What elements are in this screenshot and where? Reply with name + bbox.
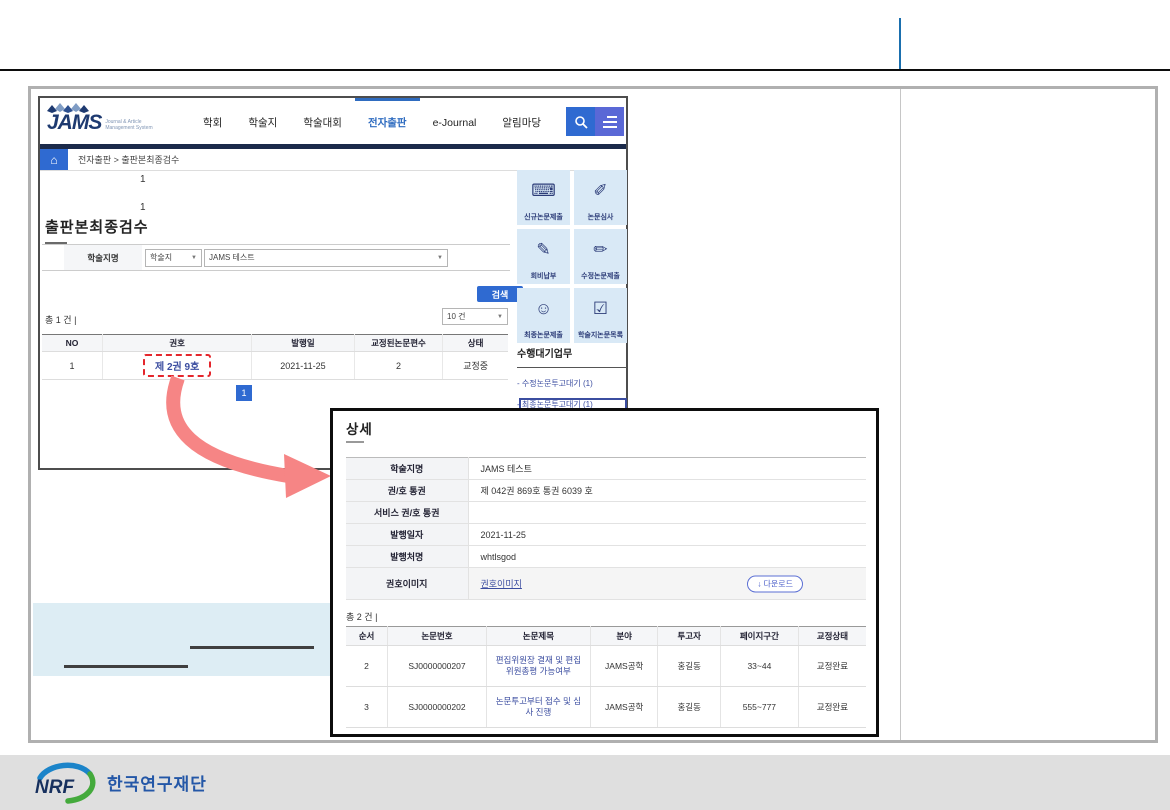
articles-table: 순서 논문번호 논문제목 분야 투고자 페이지구간 교정상태 2 SJ00000… xyxy=(346,626,866,728)
stray-mark-1: 1 xyxy=(140,174,146,185)
header-rule xyxy=(0,69,1170,71)
chevron-down-icon: ▼ xyxy=(437,255,443,261)
breadcrumb-path: 전자출판 > 출판본최종검수 xyxy=(68,149,179,170)
quickmenu-new-submission[interactable]: ⌨ 신규논문제출 xyxy=(517,170,570,225)
jams-logo[interactable]: JAMS Journal & Article Management System xyxy=(47,103,153,133)
nav-notice[interactable]: 알림마당 xyxy=(489,98,554,144)
field-value xyxy=(468,502,866,524)
red-arrow xyxy=(150,372,335,507)
row-count: 2 xyxy=(354,352,443,380)
field-label: 학술지명 xyxy=(346,458,468,480)
col-status: 상태 xyxy=(443,335,508,352)
article-title-link[interactable]: 편집위원장 결재 및 편집위원총평 가능여부 xyxy=(486,646,590,687)
table-row: 2 SJ0000000207 편집위원장 결재 및 편집위원총평 가능여부 JA… xyxy=(346,646,866,687)
field-label: 권호이미지 xyxy=(346,568,468,600)
field-value: 제 042권 869호 통권 6039 호 xyxy=(468,480,866,502)
menu-icon[interactable] xyxy=(595,107,624,136)
nav-epublish-active[interactable]: 전자출판 xyxy=(355,98,420,144)
issue-image-link[interactable]: 권호이미지 xyxy=(481,579,522,589)
col-pages: 페이지구간 xyxy=(720,627,798,646)
col-title: 논문제목 xyxy=(486,627,590,646)
list-total: 총 1 건 | xyxy=(45,313,76,326)
header-divider-line xyxy=(899,18,901,70)
breadcrumb: ⌂ 전자출판 > 출판본최종검수 xyxy=(40,149,626,171)
field-label: 권/호 통권 xyxy=(346,480,468,502)
journal-name-label: 학술지명 xyxy=(64,245,142,270)
footer-org-name: 한국연구재단 xyxy=(107,770,207,795)
articles-total: 총 2 건 | xyxy=(346,610,377,623)
field-label: 서비스 권/호 통권 xyxy=(346,502,468,524)
detail-fields-table: 학술지명 JAMS 테스트 권/호 통권 제 042권 869호 통권 6039… xyxy=(346,457,866,600)
col-issue: 권호 xyxy=(103,335,252,352)
quickmenu-fee-payment[interactable]: ✎ 회비납부 xyxy=(517,229,570,284)
nav-journal[interactable]: 학술지 xyxy=(235,98,290,144)
journal-name-select[interactable]: JAMS 테스트▼ xyxy=(204,249,448,267)
footer: NRF 한국연구재단 xyxy=(0,755,1170,810)
field-label: 발행일자 xyxy=(346,524,468,546)
pending-tasks-title: 수행대기업무 xyxy=(517,345,627,368)
quickmenu-paper-review[interactable]: ✐ 논문심사 xyxy=(574,170,627,225)
quickmenu-final-submission[interactable]: ☺ 최종논문제출 xyxy=(517,288,570,343)
jams-logo-subtitle-2: Management System xyxy=(105,125,152,131)
document-feather-icon: ✎ xyxy=(536,229,550,271)
detail-title: 상세 xyxy=(346,418,373,443)
nrf-logo-text: NRF xyxy=(35,777,75,798)
chevron-down-icon: ▼ xyxy=(191,255,197,261)
article-title-link[interactable]: 논문투고부터 접수 및 심사 진행 xyxy=(486,687,590,728)
home-icon[interactable]: ⌂ xyxy=(40,149,68,170)
keyboard-icon: ⌨ xyxy=(531,170,556,212)
note-underline-2 xyxy=(64,665,188,668)
review-pen-icon: ✐ xyxy=(593,170,607,212)
nav-ejournal[interactable]: e-Journal xyxy=(420,98,490,144)
nav-conference[interactable]: 학술대회 xyxy=(290,98,355,144)
stray-mark-2: 1 xyxy=(140,202,146,213)
jams-header: JAMS Journal & Article Management System… xyxy=(40,98,626,144)
search-form: 학술지명 학술지▼ JAMS 테스트▼ xyxy=(42,244,510,271)
pending-tasks: 수행대기업무 - 수정논문투고대기 (1) - 최종논문투고대기 (1) xyxy=(517,345,627,410)
note-underline-1 xyxy=(190,646,314,649)
chevron-down-icon: ▼ xyxy=(497,314,503,320)
quickmenu-journal-article-list[interactable]: ☑ 학술지논문목록 xyxy=(574,288,627,343)
row-status: 교정중 xyxy=(443,352,508,380)
column-divider xyxy=(900,89,901,740)
document-pencil-icon: ✏ xyxy=(593,229,607,271)
nav-society[interactable]: 학회 xyxy=(190,98,235,144)
download-button[interactable]: ↓ 다운로드 xyxy=(747,575,803,592)
quick-menu: ⌨ 신규논문제출 ✐ 논문심사 ✎ 회비납부 ✏ 수정논문제출 ☺ 최종논문 xyxy=(517,170,627,343)
quickmenu-revised-submission[interactable]: ✏ 수정논문제출 xyxy=(574,229,627,284)
page: JAMS Journal & Article Management System… xyxy=(0,0,1170,810)
faces-icon: ☺ xyxy=(535,288,552,330)
col-author: 투고자 xyxy=(658,627,720,646)
nrf-logo-icon: NRF xyxy=(33,762,99,804)
page-title: 출판본최종검수 xyxy=(45,216,149,244)
table-row: 3 SJ0000000202 논문투고부터 접수 및 심사 진행 JAMS공학 … xyxy=(346,687,866,728)
field-value: whtlsgod xyxy=(468,546,866,568)
field-label: 발행처명 xyxy=(346,546,468,568)
page-size-select[interactable]: 10 건▼ xyxy=(442,308,508,325)
journal-type-select[interactable]: 학술지▼ xyxy=(145,249,202,267)
row-no: 1 xyxy=(42,352,103,380)
field-value: JAMS 테스트 xyxy=(468,458,866,480)
detail-panel: 상세 학술지명 JAMS 테스트 권/호 통권 제 042권 869호 통권 6… xyxy=(330,408,879,737)
jams-logo-text: JAMS xyxy=(47,113,101,133)
col-count: 교정된논문편수 xyxy=(354,335,443,352)
col-paperno: 논문번호 xyxy=(388,627,487,646)
pending-revised-link[interactable]: - 수정논문투고대기 (1) xyxy=(517,378,627,389)
col-no: NO xyxy=(42,335,103,352)
note-highlight-box xyxy=(33,603,330,676)
col-date: 발행일 xyxy=(252,335,355,352)
field-value: 2021-11-25 xyxy=(468,524,866,546)
col-field: 분야 xyxy=(590,627,658,646)
checklist-icon: ☑ xyxy=(593,288,608,330)
col-order: 순서 xyxy=(346,627,388,646)
main-nav: 학회 학술지 학술대회 전자출판 e-Journal 알림마당 xyxy=(190,98,554,144)
search-icon[interactable] xyxy=(566,107,595,136)
col-proof: 교정상태 xyxy=(798,627,866,646)
